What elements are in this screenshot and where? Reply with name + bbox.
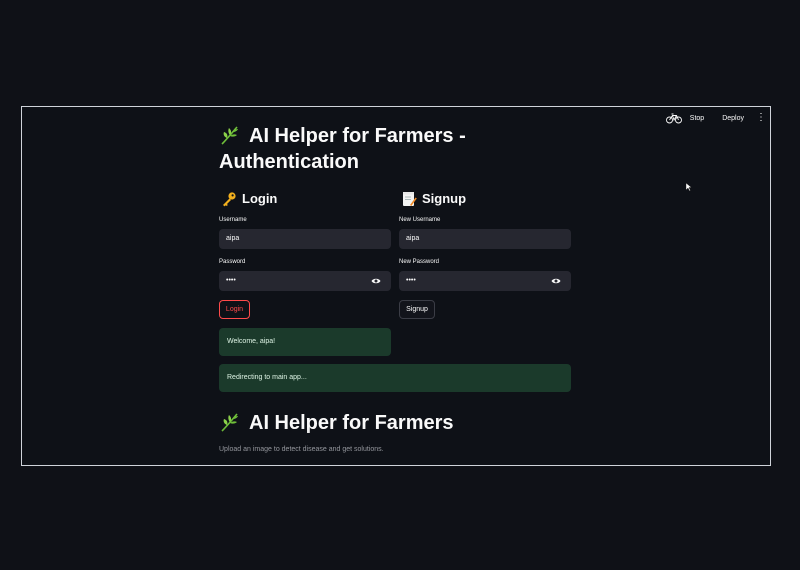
deploy-button[interactable]: Deploy xyxy=(722,115,744,122)
username-value: aipa xyxy=(226,235,240,242)
new-password-value: •••• xyxy=(406,277,416,284)
memo-icon xyxy=(403,192,417,206)
herb-leaf-icon xyxy=(221,413,238,432)
signup-column: Signup New Username aipa New Password ••… xyxy=(399,189,571,319)
bicycle-icon xyxy=(665,113,682,124)
eye-icon[interactable] xyxy=(551,277,561,285)
auth-title-line2: Authentication xyxy=(219,151,359,173)
key-icon xyxy=(223,192,236,207)
signup-heading: Signup xyxy=(399,189,571,209)
welcome-success-alert: Welcome, aipa! xyxy=(219,328,391,356)
new-password-input[interactable]: •••• xyxy=(399,271,571,291)
login-heading: Login xyxy=(219,189,391,209)
auth-title-line1: AI Helper for Farmers - xyxy=(249,125,466,147)
herb-leaf-icon xyxy=(221,126,238,145)
app-title-text: AI Helper for Farmers xyxy=(249,412,454,434)
stop-button[interactable]: Stop xyxy=(690,115,704,122)
login-button[interactable]: Login xyxy=(219,300,250,319)
new-username-input[interactable]: aipa xyxy=(399,229,571,249)
app-caption: Upload an image to detect disease and ge… xyxy=(219,446,384,453)
login-column: Login Username aipa Password •••• Login xyxy=(219,189,391,319)
password-label: Password xyxy=(219,259,246,265)
top-toolbar: Stop Deploy ⋮ xyxy=(665,107,770,129)
app-page-title: AI Helper for Farmers xyxy=(219,410,579,436)
new-username-value: aipa xyxy=(406,235,420,242)
username-input[interactable]: aipa xyxy=(219,229,391,249)
signup-heading-text: Signup xyxy=(422,191,467,206)
auth-page-title: AI Helper for Farmers - Authentication xyxy=(219,123,579,175)
new-password-label: New Password xyxy=(399,259,440,265)
new-username-label: New Username xyxy=(399,217,441,223)
signup-button[interactable]: Signup xyxy=(399,300,435,319)
kebab-menu-icon[interactable]: ⋮ xyxy=(756,113,766,123)
password-input[interactable]: •••• xyxy=(219,271,391,291)
eye-icon[interactable] xyxy=(371,277,381,285)
username-label: Username xyxy=(219,217,247,223)
app-window: Stop Deploy ⋮ AI Helper for Farmers - Au… xyxy=(21,106,771,466)
mouse-cursor-icon xyxy=(686,183,692,191)
password-value: •••• xyxy=(226,277,236,284)
login-heading-text: Login xyxy=(242,191,278,206)
redirect-success-alert: Redirecting to main app... xyxy=(219,364,571,392)
